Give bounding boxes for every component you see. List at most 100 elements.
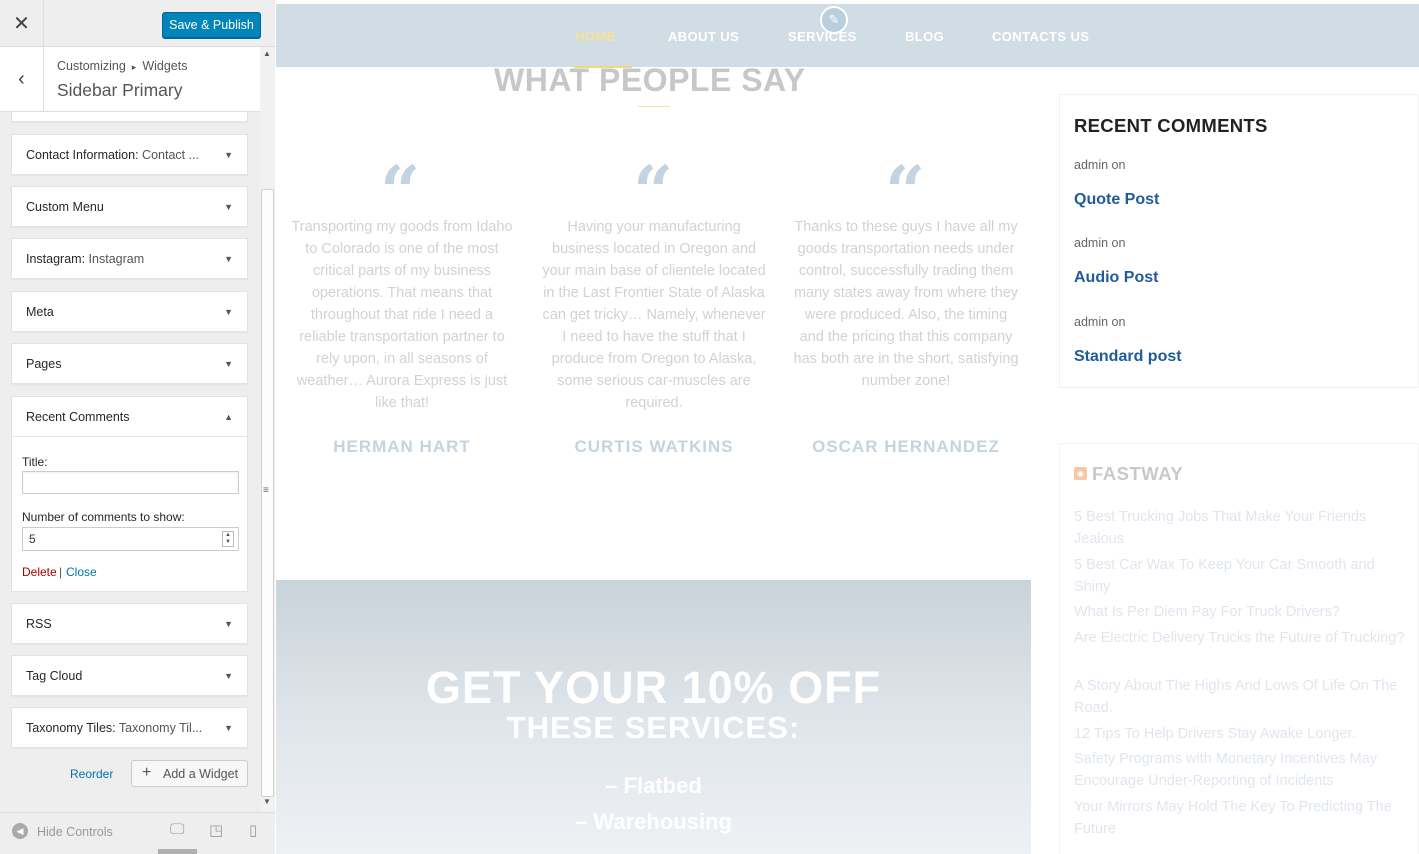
promo-item: – Flatbed [605, 773, 702, 798]
heading-divider [638, 106, 670, 107]
add-widget-button[interactable]: + Add a Widget [131, 760, 248, 787]
rss-item-link[interactable]: A Story About The Highs And Lows Of Life… [1074, 675, 1409, 719]
close-link[interactable]: Close [66, 565, 97, 579]
comment-post-link[interactable]: Quote Post [1074, 191, 1159, 209]
nav-services[interactable]: SERVICES [788, 29, 857, 44]
widget-subtitle: Instagram [88, 252, 145, 266]
breadcrumb-root: Customizing [57, 59, 126, 73]
widget-contact-information[interactable]: Contact Information: Contact ... ▼ [11, 134, 248, 175]
nav-blog[interactable]: BLOG [905, 29, 944, 44]
promo-subheadline: THESE SERVICES: [506, 710, 801, 745]
rss-item-link[interactable]: Your Mirrors May Hold The Key To Predict… [1074, 796, 1409, 840]
widget-title: Pages [26, 357, 62, 371]
widget-heading: RECENT COMMENTS [1074, 115, 1268, 136]
caret-up-icon[interactable]: ▲ [224, 397, 233, 437]
nav-home[interactable]: HOME [575, 29, 616, 44]
widget-taxonomy-tiles[interactable]: Taxonomy Tiles: Taxonomy Til... ▼ [11, 707, 248, 748]
widget-title: Recent Comments [26, 410, 130, 424]
rss-item-link[interactable]: 5 Best Car Wax To Keep Your Car Smooth a… [1074, 554, 1409, 598]
widget-title: Tag Cloud [26, 669, 83, 683]
caret-down-icon[interactable]: ▼ [224, 239, 233, 279]
section-title: Sidebar Primary [57, 80, 183, 100]
hide-controls-button[interactable]: Hide Controls [37, 825, 113, 839]
breadcrumb-separator-icon: ▸ [131, 62, 137, 72]
quote-icon: “ [885, 150, 926, 233]
main-navigation: HOME ABOUT US SERVICES BLOG CONTACTS US … [276, 4, 1419, 68]
widget-meta[interactable]: Meta ▼ [11, 291, 248, 332]
widget-subtitle: Taxonomy Til... [118, 721, 203, 735]
rss-item-link[interactable]: 12 Tips To Help Drivers Stay Awake Longe… [1074, 723, 1409, 745]
sidebar-scrollbar[interactable]: ▲ ≡ ▼ [260, 47, 275, 812]
mobile-icon[interactable]: ▯ [249, 821, 257, 839]
widget-heading[interactable]: FASTWAY [1092, 463, 1183, 485]
comment-author: admin on [1074, 158, 1126, 172]
add-widget-label: Add a Widget [163, 767, 239, 781]
comment-author: admin on [1074, 315, 1126, 329]
widget-subtitle: Contact ... [142, 148, 200, 162]
delete-link[interactable]: Delete [22, 565, 57, 579]
save-publish-button[interactable]: Save & Publish [162, 12, 261, 38]
rss-widget: ◉ FASTWAY 5 Best Trucking Jobs That Make… [1059, 443, 1419, 854]
title-label: Title: [22, 455, 48, 469]
nav-about-us[interactable]: ABOUT US [668, 29, 739, 44]
widget-title: Taxonomy Tiles: [26, 721, 116, 735]
promo-headline: GET YOUR 10% OFF [425, 662, 882, 713]
nav-contacts-us[interactable]: CONTACTS US [992, 29, 1089, 44]
customizer-footer: ◀ Hide Controls 🖵 ◳ ▯ [0, 812, 275, 854]
promo-item: – Warehousing [575, 809, 732, 834]
section-heading: WHAT PEOPLE SAY [494, 62, 806, 98]
title-input[interactable] [22, 471, 239, 494]
caret-down-icon[interactable]: ▼ [224, 656, 233, 696]
section-header: ‹ Customizing ▸ Widgets Sidebar Primary [0, 47, 260, 112]
count-label: Number of comments to show: [22, 510, 185, 524]
widget-title: RSS [26, 617, 52, 631]
testimonial-author: HERMAN HART [333, 437, 471, 456]
breadcrumb-section: Widgets [142, 59, 188, 73]
caret-down-icon[interactable]: ▼ [224, 135, 233, 175]
site-preview: HOME ABOUT US SERVICES BLOG CONTACTS US … [276, 0, 1419, 854]
comment-count-value: 5 [29, 532, 36, 546]
back-button[interactable]: ‹ [0, 47, 44, 112]
testimonial-author: OSCAR HERNANDEZ [812, 437, 1000, 456]
widget-rss[interactable]: RSS ▼ [11, 603, 248, 644]
testimonial-author: CURTIS WATKINS [574, 437, 734, 456]
rss-icon[interactable]: ◉ [1074, 467, 1087, 480]
plus-icon: + [142, 764, 152, 781]
caret-down-icon[interactable]: ▼ [224, 187, 233, 227]
link-separator: | [59, 565, 63, 579]
close-customizer-button[interactable]: ✕ [0, 0, 44, 47]
widget-pages[interactable]: Pages ▼ [11, 343, 248, 384]
widget-recent-comments[interactable]: Recent Comments ▲ [11, 396, 248, 437]
pencil-icon[interactable]: ✎ [820, 6, 848, 34]
caret-down-icon[interactable]: ▼ [224, 604, 233, 644]
collapse-icon[interactable]: ◀ [12, 823, 28, 839]
scroll-up-icon[interactable]: ▲ [263, 49, 271, 58]
rss-item-link[interactable]: Safety Programs with Monetary Incentives… [1074, 748, 1409, 792]
chevron-left-icon: ‹ [18, 68, 25, 90]
widget-title: Contact Information: [26, 148, 139, 162]
caret-down-icon[interactable]: ▼ [224, 708, 233, 748]
stepper-arrows-icon[interactable]: ▲ ▼ [222, 531, 234, 547]
tablet-icon[interactable]: ◳ [209, 821, 223, 839]
rss-item-link[interactable]: What Is Per Diem Pay For Truck Drivers? [1074, 601, 1409, 623]
recent-comments-form: Title: Number of comments to show: 5 ▲ ▼ … [11, 436, 248, 592]
customizer-sidebar: ✕ Save & Publish ‹ Customizing ▸ Widgets S… [0, 0, 275, 854]
testimonial-text: Transporting my goods from Idaho to Colo… [291, 219, 513, 411]
widget-title: Custom Menu [26, 200, 104, 214]
scroll-down-icon[interactable]: ▼ [263, 797, 271, 806]
widget-title: Instagram: [26, 252, 86, 266]
caret-down-icon[interactable]: ▼ [224, 344, 233, 384]
widget-custom-menu[interactable]: Custom Menu ▼ [11, 186, 248, 227]
comment-count-input[interactable]: 5 ▲ ▼ [22, 527, 239, 551]
widget-tag-cloud[interactable]: Tag Cloud ▼ [11, 655, 248, 696]
comment-post-link[interactable]: Audio Post [1074, 269, 1158, 287]
rss-item-link[interactable]: Are Electric Delivery Trucks the Future … [1074, 627, 1409, 649]
reorder-link[interactable]: Reorder [70, 767, 113, 781]
desktop-icon[interactable]: 🖵 [170, 821, 184, 838]
breadcrumb: Customizing ▸ Widgets [57, 59, 187, 73]
widget-instagram[interactable]: Instagram: Instagram ▼ [11, 238, 248, 279]
caret-down-icon[interactable]: ▼ [224, 292, 233, 332]
active-device-indicator [158, 849, 197, 854]
rss-item-link[interactable]: 5 Best Trucking Jobs That Make Your Frie… [1074, 506, 1409, 550]
comment-post-link[interactable]: Standard post [1074, 348, 1182, 366]
